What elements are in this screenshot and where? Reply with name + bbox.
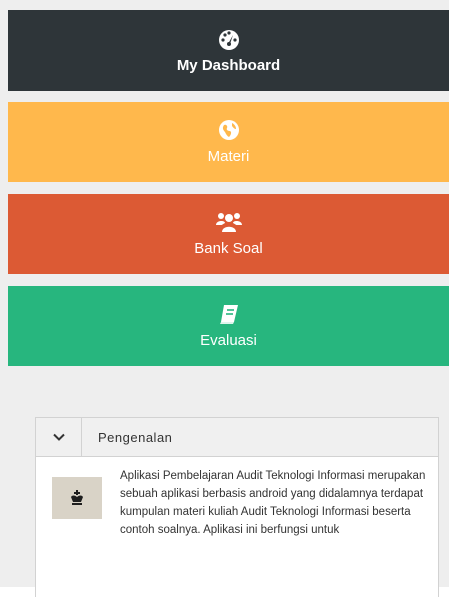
menu-tile-dashboard[interactable]: My Dashboard (8, 10, 449, 91)
pengenalan-panel: Pengenalan Aplikasi Pembelajaran Audit T… (35, 417, 439, 599)
menu-label-evaluasi: Evaluasi (200, 332, 257, 349)
chevron-down-icon (52, 433, 65, 441)
menu-label-dashboard: My Dashboard (176, 56, 281, 74)
panel-title: Pengenalan (98, 429, 173, 445)
panel-header[interactable]: Pengenalan (36, 418, 438, 457)
panel-toggle[interactable] (36, 418, 82, 456)
menu-label-materi: Materi (207, 148, 250, 165)
app-screen: My Dashboard Materi Bank Soal Evaluasi P… (0, 0, 454, 599)
panel-body: Aplikasi Pembelajaran Audit Teknologi In… (36, 457, 438, 599)
users-group-icon (215, 213, 242, 232)
globe-icon (218, 120, 239, 140)
book-icon (219, 305, 238, 324)
menu-label-bank-soal: Bank Soal (194, 240, 263, 257)
thumbnail-image (52, 477, 102, 519)
chess-king-icon (71, 490, 83, 505)
dashboard-gauge-icon (218, 29, 239, 50)
menu-tile-bank-soal[interactable]: Bank Soal (8, 194, 449, 274)
menu-tile-evaluasi[interactable]: Evaluasi (8, 286, 449, 366)
menu-tile-materi[interactable]: Materi (8, 102, 449, 182)
screen-edge (449, 0, 454, 587)
panel-description: Aplikasi Pembelajaran Audit Teknologi In… (120, 470, 426, 536)
